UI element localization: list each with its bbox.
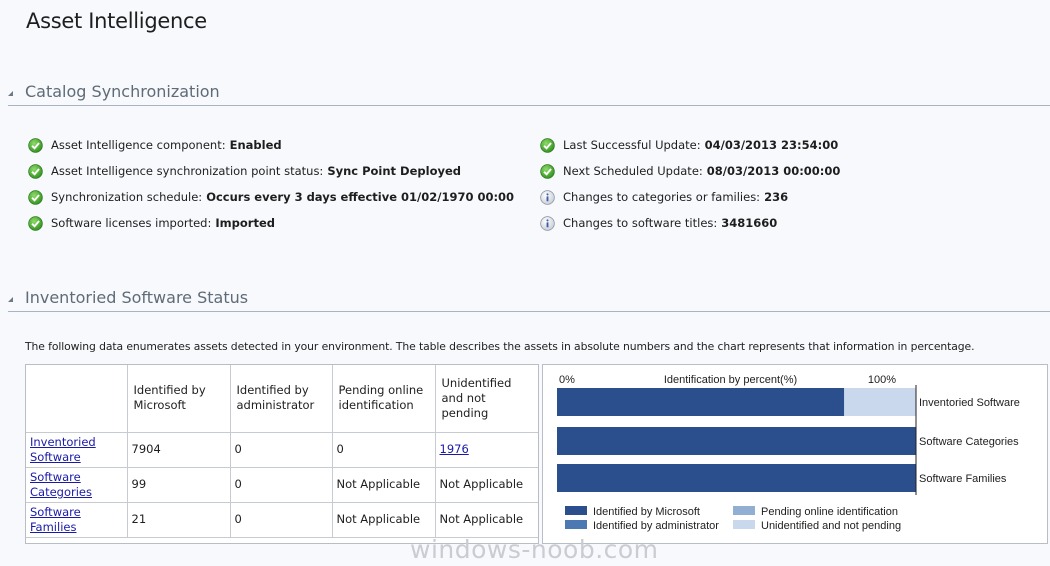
check-icon <box>28 189 43 205</box>
table-cell: 21 <box>126 501 231 538</box>
status-value: Enabled <box>229 138 282 152</box>
row-name-link[interactable]: Inventoried Software <box>30 435 96 464</box>
catalog-section-title: Catalog Synchronization <box>25 82 220 101</box>
status-row: Asset Intelligence synchronization point… <box>28 162 461 180</box>
table-header: Pending online identification <box>331 365 436 433</box>
inventoried-section-title: Inventoried Software Status <box>25 288 249 307</box>
status-row: Software licenses imported: Imported <box>28 214 275 232</box>
legend-label: Unidentified and not pending <box>761 520 901 532</box>
bar-segment <box>557 427 916 455</box>
table-header: Identified by administrator <box>229 365 333 433</box>
category-label: Software Families <box>919 473 1007 485</box>
table-cell: 99 <box>126 466 231 503</box>
table-cell: Not Applicable <box>434 466 538 503</box>
table-cell: Not Applicable <box>331 501 436 538</box>
status-value: Sync Point Deployed <box>327 164 462 178</box>
catalog-section-header[interactable]: Catalog Synchronization <box>8 82 1050 106</box>
table-cell: 0 <box>229 431 333 468</box>
collapse-triangle-icon[interactable] <box>8 91 13 96</box>
bar-segment <box>557 464 916 492</box>
identification-chart-panel: 0% Identification by percent(%) 100% Invent… <box>542 364 1048 544</box>
bar-segment <box>557 388 845 416</box>
legend-swatch <box>733 520 755 529</box>
status-row: Changes to software titles: 3481660 <box>540 214 777 232</box>
table-cell: 1976 <box>434 431 538 468</box>
status-label: Asset Intelligence synchronization point… <box>51 164 324 178</box>
check-icon <box>540 163 555 179</box>
status-row: Next Scheduled Update: 08/03/2013 00:00:0… <box>540 162 840 180</box>
watermark: windows-noob.com <box>410 535 659 564</box>
status-value: 04/03/2013 23:54:00 <box>704 138 839 152</box>
table-header-row: Identified by Microsoft Identified by ad… <box>26 365 538 433</box>
inventoried-table: Identified by Microsoft Identified by ad… <box>26 365 538 538</box>
category-label: Software Categories <box>919 436 1019 448</box>
inventoried-section-header[interactable]: Inventoried Software Status <box>8 288 1050 312</box>
bar-segment <box>844 388 916 416</box>
legend-swatch <box>565 506 587 515</box>
table-cell: Not Applicable <box>331 466 436 503</box>
status-row: Changes to categories or families: 236 <box>540 188 788 206</box>
table-cell: 0 <box>229 501 333 538</box>
table-header: Unidentified and not pending <box>434 365 538 433</box>
status-label: Software licenses imported: <box>51 216 212 230</box>
table-header <box>26 365 128 433</box>
status-value: 236 <box>764 190 789 204</box>
inventoried-description: The following data enumerates assets det… <box>25 340 975 353</box>
table-cell: 0 <box>331 431 436 468</box>
status-label: Changes to categories or families: <box>563 190 761 204</box>
status-label: Synchronization schedule: <box>51 190 203 204</box>
table-row: Software Families 21 0 Not Applicable No… <box>26 501 538 538</box>
table-cell: Not Applicable <box>434 501 538 538</box>
legend-swatch <box>565 520 587 529</box>
status-label: Changes to software titles: <box>563 216 718 230</box>
legend-label: Pending online identification <box>761 506 898 518</box>
check-icon <box>540 137 555 153</box>
category-label: Inventoried Software <box>919 397 1020 409</box>
check-icon <box>28 163 43 179</box>
legend-label: Identified by administrator <box>593 520 719 532</box>
info-icon <box>540 189 555 205</box>
table-cell: 7904 <box>126 431 231 468</box>
status-label: Next Scheduled Update: <box>563 164 703 178</box>
chart-title: Identification by percent(%) <box>664 374 797 386</box>
status-label: Asset Intelligence component: <box>51 138 226 152</box>
check-icon <box>28 137 43 153</box>
status-label: Last Successful Update: <box>563 138 701 152</box>
status-row: Synchronization schedule: Occurs every 3 … <box>28 188 514 206</box>
unidentified-count-link[interactable]: 1976 <box>440 442 469 456</box>
x-tick-label: 100% <box>868 374 896 386</box>
x-tick-label: 0% <box>559 374 575 386</box>
table-cell: Software Categories <box>26 466 128 503</box>
table-cell: Software Families <box>26 501 128 538</box>
table-header: Identified by Microsoft <box>126 365 231 433</box>
legend-label: Identified by Microsoft <box>593 506 700 518</box>
info-icon <box>540 215 555 231</box>
inventoried-table-panel: Identified by Microsoft Identified by ad… <box>25 364 539 544</box>
page-title: Asset Intelligence <box>26 9 207 33</box>
collapse-triangle-icon[interactable] <box>8 297 13 302</box>
legend-swatch <box>733 506 755 515</box>
table-row: Inventoried Software 7904 0 0 1976 <box>26 431 538 468</box>
table-cell: 0 <box>229 466 333 503</box>
status-value: 3481660 <box>721 216 778 230</box>
identification-chart: 0% Identification by percent(%) 100% Invent… <box>557 374 1020 532</box>
status-value: Occurs every 3 days effective 01/02/1970… <box>206 190 515 204</box>
table-cell: Inventoried Software <box>26 431 128 468</box>
row-name-link[interactable]: Software Categories <box>30 470 92 499</box>
status-row: Asset Intelligence component: Enabled <box>28 136 282 154</box>
status-row: Last Successful Update: 04/03/2013 23:54:… <box>540 136 838 154</box>
status-value: Imported <box>215 216 275 230</box>
table-row: Software Categories 99 0 Not Applicable … <box>26 466 538 503</box>
row-name-link[interactable]: Software Families <box>30 505 81 534</box>
check-icon <box>28 215 43 231</box>
status-value: 08/03/2013 00:00:00 <box>706 164 841 178</box>
